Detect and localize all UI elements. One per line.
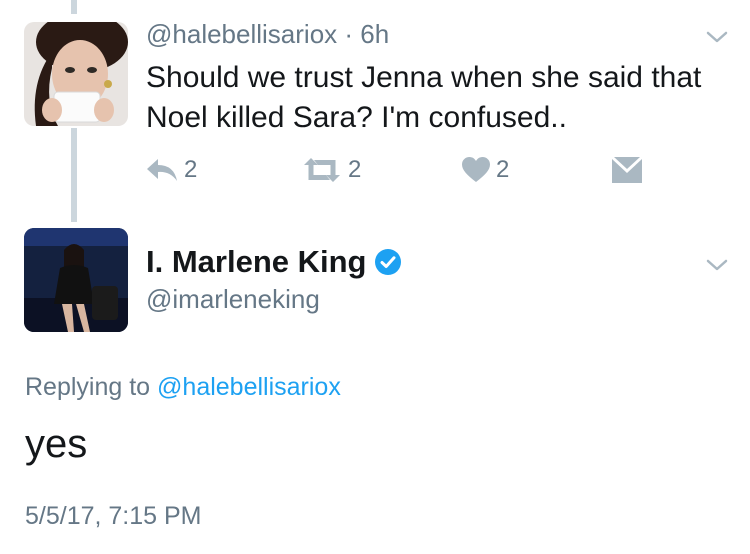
- retweet-button[interactable]: 2: [302, 152, 361, 188]
- tweet-text: yes: [25, 422, 88, 466]
- chevron-down-icon[interactable]: [704, 27, 730, 47]
- replying-to-label: Replying to: [25, 373, 158, 401]
- reply-icon: [147, 159, 177, 181]
- like-button[interactable]: 2: [462, 152, 509, 188]
- reply-count: 2: [184, 156, 198, 183]
- retweet-count: 2: [348, 156, 362, 183]
- avatar[interactable]: [24, 228, 128, 332]
- tweet-timestamp[interactable]: 5/5/17, 7:15 PM: [25, 502, 202, 531]
- author-name-row: I. Marlene King: [146, 244, 402, 280]
- author-handle[interactable]: @halebellisariox: [146, 19, 337, 49]
- replying-to-mention[interactable]: @halebellisariox: [157, 373, 341, 401]
- reply-button[interactable]: 2: [146, 152, 197, 188]
- tweet-text: Should we trust Jenna when she said that…: [146, 61, 702, 134]
- thread-line-top: [71, 0, 77, 14]
- retweet-icon: [304, 158, 340, 182]
- header-separator: ·: [337, 19, 361, 49]
- replying-to: Replying to @halebellisariox: [25, 373, 341, 402]
- envelope-icon: [612, 157, 642, 183]
- chevron-down-icon[interactable]: [704, 255, 730, 275]
- thread-line: [71, 128, 77, 222]
- tweet-header: @halebellisariox · 6h: [146, 19, 389, 50]
- like-count: 2: [496, 156, 510, 183]
- author-name[interactable]: I. Marlene King: [146, 244, 366, 280]
- tweet-time[interactable]: 6h: [360, 19, 389, 49]
- direct-message-button[interactable]: [612, 152, 642, 188]
- heart-icon: [462, 157, 490, 182]
- author-handle[interactable]: @imarleneking: [146, 284, 320, 315]
- avatar[interactable]: [24, 22, 128, 126]
- verified-badge-icon: [375, 249, 402, 275]
